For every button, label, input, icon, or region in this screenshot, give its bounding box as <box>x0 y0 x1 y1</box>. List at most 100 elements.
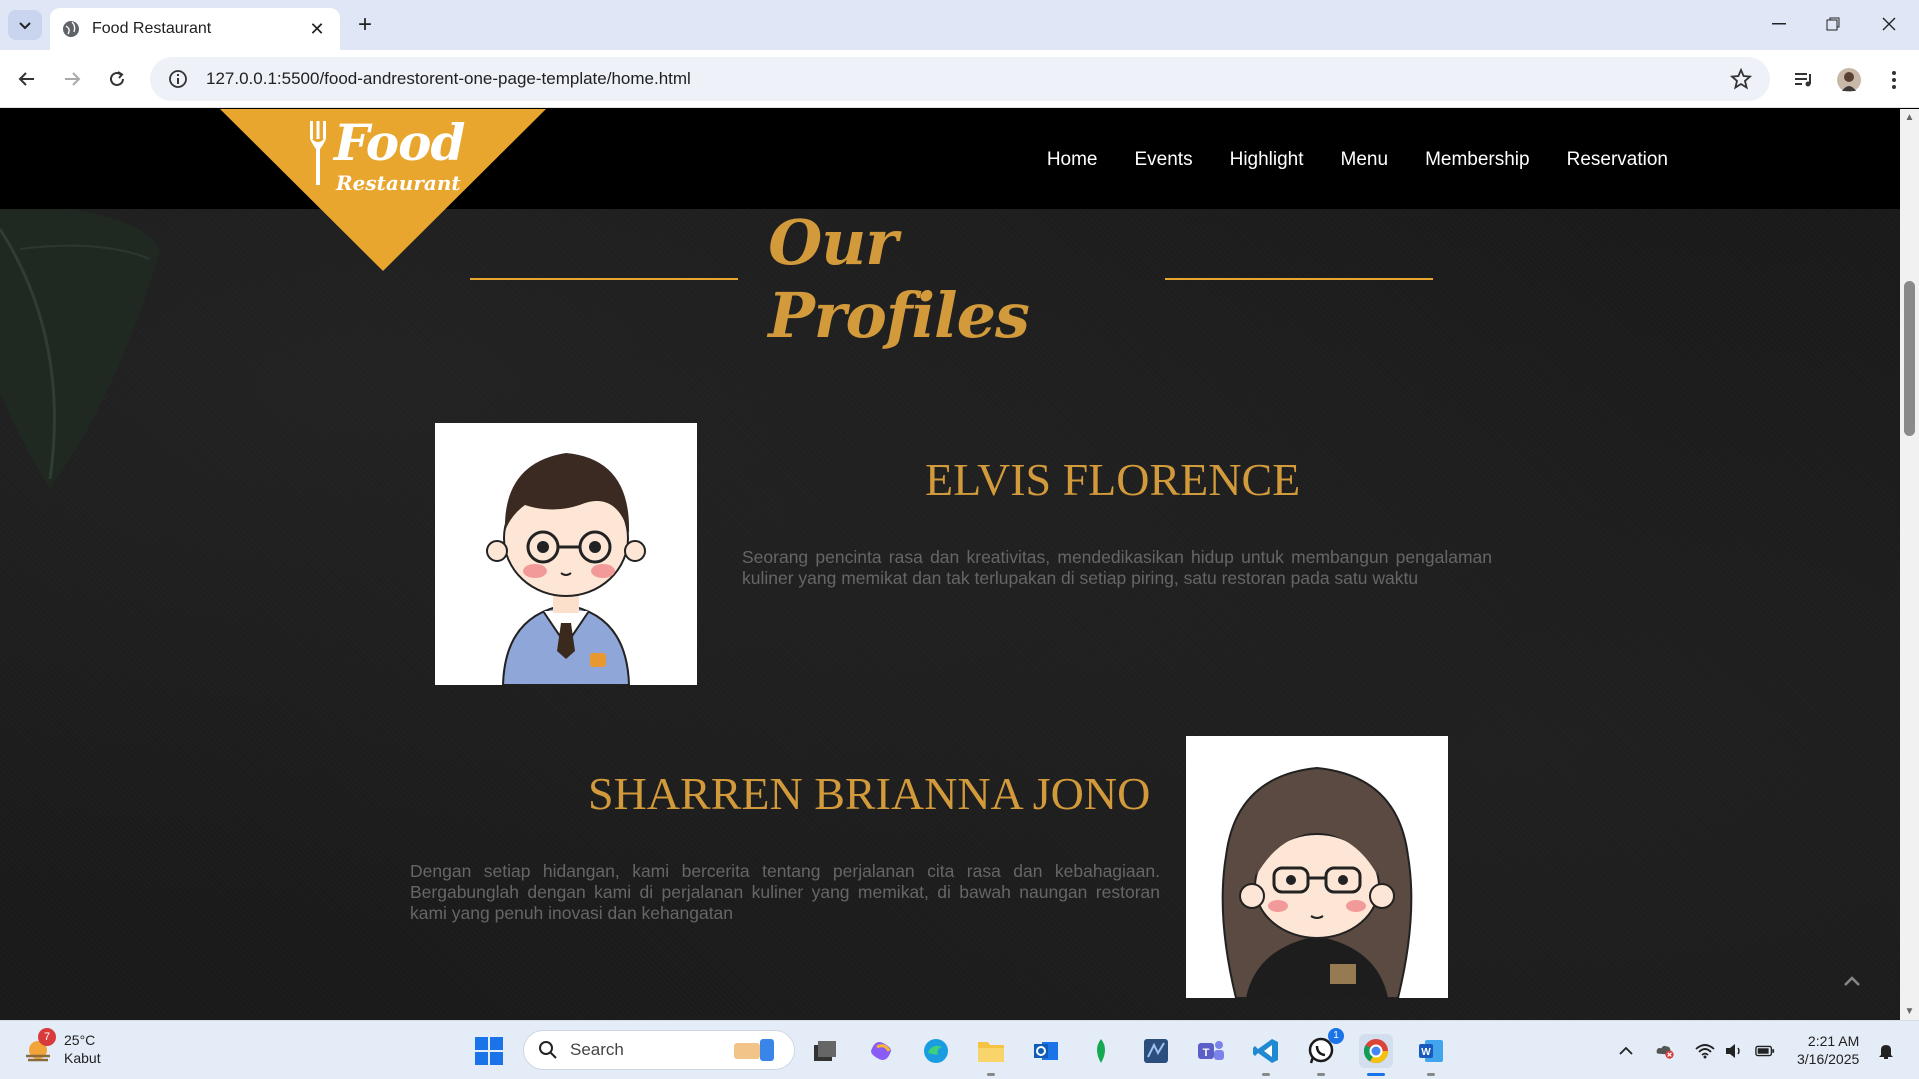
outlook-app[interactable] <box>1029 1034 1063 1068</box>
file-explorer-app[interactable] <box>974 1034 1008 1076</box>
volume-status[interactable] <box>1724 1041 1744 1061</box>
browser-tab-active[interactable]: Food Restaurant ✕ <box>50 8 340 50</box>
chevron-up-icon <box>1619 1046 1633 1055</box>
profile-photo-elvis <box>435 423 697 685</box>
back-to-top-button[interactable] <box>1838 967 1866 995</box>
onedrive-status[interactable] <box>1655 1041 1675 1061</box>
bookmark-star-icon[interactable] <box>1730 68 1752 90</box>
logo-text-food: Food <box>334 113 465 172</box>
profile-description-sharren: Dengan setiap hidangan, kami bercerita t… <box>410 861 1160 923</box>
app-running-indicator <box>987 1073 995 1076</box>
chevron-down-icon <box>19 22 31 30</box>
nav-home[interactable]: Home <box>1047 149 1098 171</box>
nav-menu[interactable]: Menu <box>1341 149 1389 171</box>
scroll-up-arrow-icon[interactable]: ▲ <box>1904 112 1915 123</box>
nav-reservation[interactable]: Reservation <box>1567 149 1668 171</box>
weather-badge: 7 <box>38 1028 56 1046</box>
globe-icon <box>63 21 79 37</box>
teams-icon: T <box>1198 1041 1224 1060</box>
reload-icon <box>110 71 124 86</box>
task-view-icon <box>814 1041 836 1061</box>
media-controls-button[interactable] <box>1790 66 1818 94</box>
playlist-icon <box>1795 73 1811 87</box>
url-text: 127.0.0.1:5500/food-andrestorent-one-pag… <box>206 69 691 88</box>
copilot-app[interactable] <box>864 1034 898 1068</box>
svg-text:T: T <box>1203 1047 1210 1059</box>
copilot-icon <box>871 1042 891 1060</box>
address-bar[interactable]: 127.0.0.1:5500/food-andrestorent-one-pag… <box>150 57 1770 101</box>
tab-title: Food Restaurant <box>92 20 212 37</box>
speaker-icon <box>1726 1044 1740 1058</box>
profile-description-elvis: Seorang pencinta rasa dan kreativitas, m… <box>742 547 1492 588</box>
nav-events[interactable]: Events <box>1135 149 1193 171</box>
section-header: Our Profiles <box>470 206 1433 352</box>
profile-avatar[interactable] <box>1835 66 1863 94</box>
app-running-indicator <box>1317 1073 1325 1076</box>
battery-icon <box>1755 1045 1775 1057</box>
wifi-icon <box>1695 1044 1715 1059</box>
arrow-left-icon <box>18 72 34 86</box>
minimize-button[interactable] <box>1756 8 1802 40</box>
restore-button[interactable] <box>1810 8 1856 40</box>
windows-taskbar: 7 25°C Kabut Search T 1 W 2:21 AM 3/16/2… <box>0 1020 1919 1079</box>
clock-date: 3/16/2025 <box>1797 1051 1860 1067</box>
word-app[interactable]: W <box>1414 1034 1448 1076</box>
new-tab-button[interactable]: + <box>352 11 378 38</box>
vscode-icon <box>1253 1039 1278 1063</box>
nav-membership[interactable]: Membership <box>1425 149 1530 171</box>
weather-temperature: 25°C <box>64 1032 96 1048</box>
search-label: Search <box>570 1040 624 1059</box>
mongodb-app[interactable] <box>1084 1034 1118 1068</box>
weather-widget[interactable]: 7 25°C Kabut <box>22 1028 101 1067</box>
arrow-right-icon <box>65 72 81 86</box>
app-running-indicator <box>1427 1073 1435 1076</box>
system-clock[interactable]: 2:21 AM 3/16/2025 <box>1797 1032 1859 1068</box>
nav-highlight[interactable]: Highlight <box>1230 149 1304 171</box>
folder-icon <box>978 1042 1004 1062</box>
teams-app[interactable]: T <box>1194 1034 1228 1068</box>
tab-search-button[interactable] <box>8 10 42 40</box>
tab-close-icon[interactable]: ✕ <box>306 18 328 40</box>
search-highlight-icon <box>734 1039 774 1061</box>
svg-text:W: W <box>1421 1047 1431 1058</box>
whatsapp-app[interactable]: 1 <box>1304 1028 1344 1076</box>
wifi-status[interactable] <box>1695 1041 1715 1061</box>
search-icon <box>539 1041 557 1059</box>
bell-icon <box>1879 1045 1893 1059</box>
forward-button[interactable] <box>55 62 89 96</box>
show-hidden-icons-button[interactable] <box>1616 1041 1636 1061</box>
back-button[interactable] <box>10 62 44 96</box>
page-scrollbar[interactable]: ▲ ▼ <box>1900 109 1919 1020</box>
task-view-app[interactable] <box>808 1034 842 1068</box>
avatar-icon <box>1837 68 1861 92</box>
fork-icon <box>310 121 326 185</box>
scroll-down-arrow-icon[interactable]: ▼ <box>1904 1006 1915 1017</box>
browser-menu-button[interactable] <box>1880 66 1908 94</box>
reload-button[interactable] <box>100 62 134 96</box>
scroll-thumb[interactable] <box>1904 281 1915 436</box>
windows-start-icon[interactable] <box>474 1036 504 1066</box>
notifications-button[interactable] <box>1876 1041 1896 1061</box>
edge-icon <box>924 1039 948 1063</box>
chrome-app[interactable] <box>1359 1034 1393 1076</box>
title-divider-left <box>470 278 739 280</box>
browser-toolbar: 127.0.0.1:5500/food-andrestorent-one-pag… <box>0 50 1919 108</box>
site-info-icon[interactable] <box>168 69 188 89</box>
section-title: Our Profiles <box>768 206 1030 352</box>
browser-tab-strip: Food Restaurant ✕ + <box>0 0 1919 50</box>
decorative-leaf-image <box>0 200 160 489</box>
chevron-up-icon <box>1844 976 1860 986</box>
taskbar-search[interactable]: Search <box>523 1030 795 1070</box>
chrome-icon <box>1363 1039 1388 1064</box>
vscode-app[interactable] <box>1249 1034 1283 1076</box>
battery-status[interactable] <box>1755 1041 1775 1061</box>
profile-photo-sharren <box>1186 736 1448 998</box>
edge-app[interactable] <box>919 1034 953 1068</box>
app-running-indicator <box>1262 1073 1270 1076</box>
close-window-button[interactable] <box>1866 8 1912 40</box>
word-icon: W <box>1419 1040 1443 1062</box>
page-viewport: Home Events Highlight Menu Membership Re… <box>0 109 1900 1020</box>
vs-app[interactable] <box>1139 1034 1173 1068</box>
restore-icon <box>1826 17 1840 31</box>
profile-name-elvis: ELVIS FLORENCE <box>925 454 1301 505</box>
